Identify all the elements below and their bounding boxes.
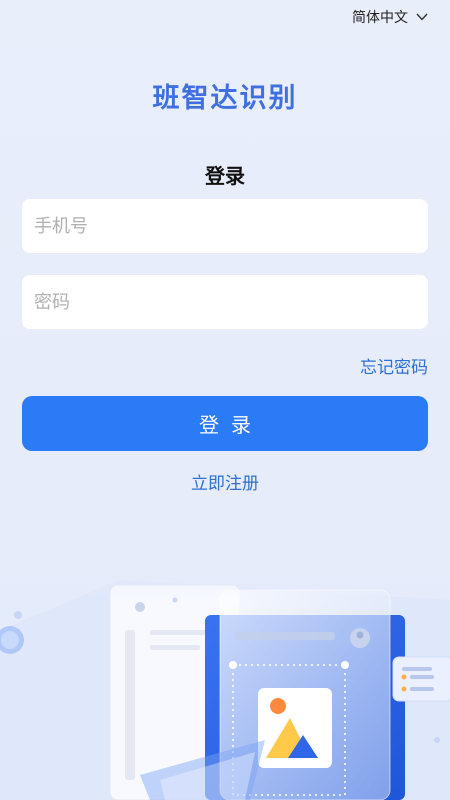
- language-selector[interactable]: 简体中文: [352, 7, 428, 27]
- login-heading: 登录: [205, 164, 245, 188]
- forgot-password-link[interactable]: 忘记密码: [360, 353, 428, 378]
- register-link[interactable]: 立即注册: [0, 469, 450, 494]
- chevron-down-icon: [416, 13, 428, 21]
- language-label: 简体中文: [352, 10, 408, 26]
- document-scan-illustration: [0, 540, 450, 800]
- login-button[interactable]: 登录: [22, 396, 428, 451]
- phone-input[interactable]: [22, 199, 428, 253]
- app-title: 班智达识别: [152, 83, 298, 114]
- password-input[interactable]: [22, 275, 428, 329]
